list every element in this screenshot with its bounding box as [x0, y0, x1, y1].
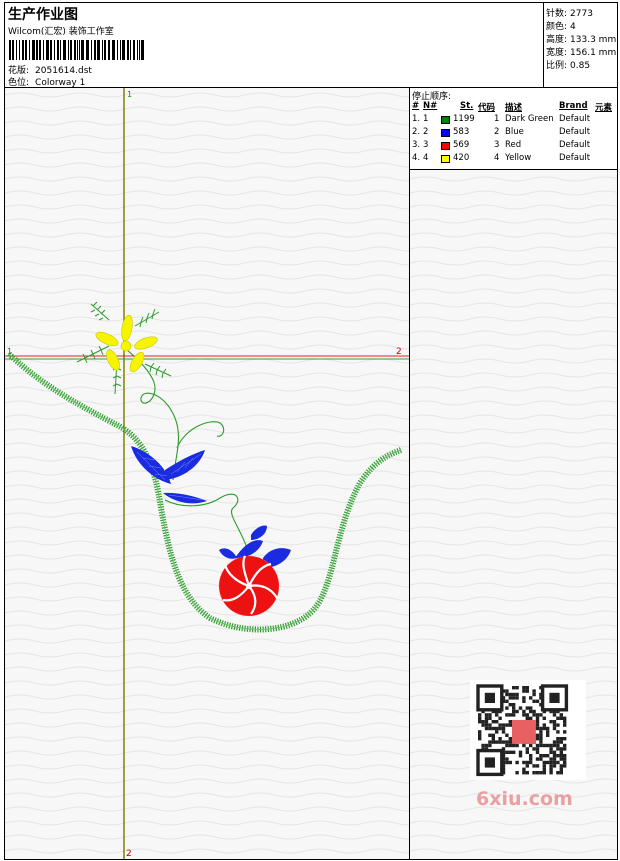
row-index: 4.: [412, 153, 421, 163]
row-code: 2: [494, 127, 500, 137]
row-index: 3.: [412, 140, 421, 150]
row-stitches: 583: [453, 127, 470, 137]
color-swatch: [441, 129, 450, 137]
stat-stitches: 针数: 2773: [546, 6, 593, 19]
row-stitches: 1199: [453, 114, 475, 124]
row-needle: 4: [423, 153, 429, 163]
stat-scale: 比例: 0.85: [546, 58, 590, 71]
stop-sequence-table: 停止顺序: # N# St. 代码 描述 Brand 元素 1. 1 1199 1 Da…: [410, 88, 617, 170]
colorway-label: 色位:: [8, 78, 30, 88]
stat-height: 高度: 133.3 mm: [546, 32, 616, 45]
col-element: 元素: [595, 103, 613, 113]
barcode-icon: [9, 40, 144, 60]
row-needle: 1: [423, 114, 429, 124]
horizontal-guide-start-label: 1: [7, 347, 12, 356]
stat-label: 高度:: [546, 35, 568, 45]
row-code: 3: [494, 140, 500, 150]
stat-colors: 颜色: 4: [546, 19, 576, 32]
stat-value: 2773: [570, 9, 593, 19]
row-code: 4: [494, 153, 500, 163]
colorway-name: Colorway 1: [35, 78, 86, 88]
row-description: Red: [505, 140, 522, 150]
stat-label: 颜色:: [546, 22, 568, 32]
stat-label: 宽度:: [546, 48, 568, 58]
table-row: 2. 2 583 2 Blue Default: [410, 127, 617, 140]
studio-name: Wilcom(汇宏) 装饰工作室: [8, 27, 114, 37]
stat-value: 0.85: [570, 61, 591, 71]
qr-code-icon: [476, 684, 569, 777]
stat-value: 133.3 mm: [570, 35, 617, 45]
stat-value: 156.1 mm: [570, 48, 617, 58]
page-title: 生产作业图: [8, 7, 78, 23]
row-index: 1.: [412, 114, 421, 124]
stat-label: 针数:: [546, 9, 568, 19]
stat-width: 宽度: 156.1 mm: [546, 45, 616, 58]
row-brand: Default: [559, 140, 591, 150]
row-stitches: 569: [453, 140, 470, 150]
color-swatch: [441, 155, 450, 163]
row-index: 2.: [412, 127, 421, 137]
row-needle: 3: [423, 140, 429, 150]
col-number: #: [412, 101, 420, 111]
color-swatch: [441, 142, 450, 150]
design-preview: 1 2 1 2: [4, 88, 410, 860]
row-code: 1: [494, 114, 500, 124]
col-needle: N#: [423, 101, 438, 111]
row-description: Yellow: [505, 153, 532, 163]
col-brand: Brand: [559, 101, 588, 111]
watermark: 6xiu.com: [476, 788, 573, 810]
stat-value: 4: [570, 22, 576, 32]
row-stitches: 420: [453, 153, 470, 163]
colorway-row: 色位: Colorway 1: [8, 75, 91, 88]
stat-label: 比例:: [546, 61, 568, 71]
col-stitches: St.: [460, 101, 474, 111]
row-description: Dark Green: [505, 114, 554, 124]
table-row: 4. 4 420 4 Yellow Default: [410, 153, 617, 166]
header-info: 生产作业图 Wilcom(汇宏) 装饰工作室 花版: 2051614.dst 色位…: [5, 3, 543, 88]
production-worksheet: 生产作业图 Wilcom(汇宏) 装饰工作室 花版: 2051614.dst 色位…: [0, 0, 620, 861]
embroidery-canvas: 1 2 1 2: [5, 88, 409, 859]
qr-code: [470, 680, 586, 780]
row-brand: Default: [559, 127, 591, 137]
horizontal-guide-end-label: 2: [396, 347, 402, 357]
vertical-guide-start-label: 1: [127, 90, 132, 99]
row-description: Blue: [505, 127, 524, 137]
red-flower: [218, 555, 280, 617]
row-brand: Default: [559, 153, 591, 163]
color-swatch: [441, 116, 450, 124]
table-row: 3. 3 569 3 Red Default: [410, 140, 617, 153]
table-row: 1. 1 1199 1 Dark Green Default: [410, 114, 617, 127]
col-description: 描述: [505, 103, 523, 113]
table-header: # N# St. 代码 描述 Brand 元素: [410, 101, 617, 114]
vertical-guide-end-label: 2: [126, 849, 132, 859]
row-brand: Default: [559, 114, 591, 124]
row-needle: 2: [423, 127, 429, 137]
worksheet-header: 生产作业图 Wilcom(汇宏) 装饰工作室 花版: 2051614.dst 色位…: [4, 2, 618, 88]
col-code: 代码: [478, 103, 496, 113]
stats-box: 针数: 2773 颜色: 4 高度: 133.3 mm 宽度: 156.1 mm 比例:…: [543, 3, 617, 87]
